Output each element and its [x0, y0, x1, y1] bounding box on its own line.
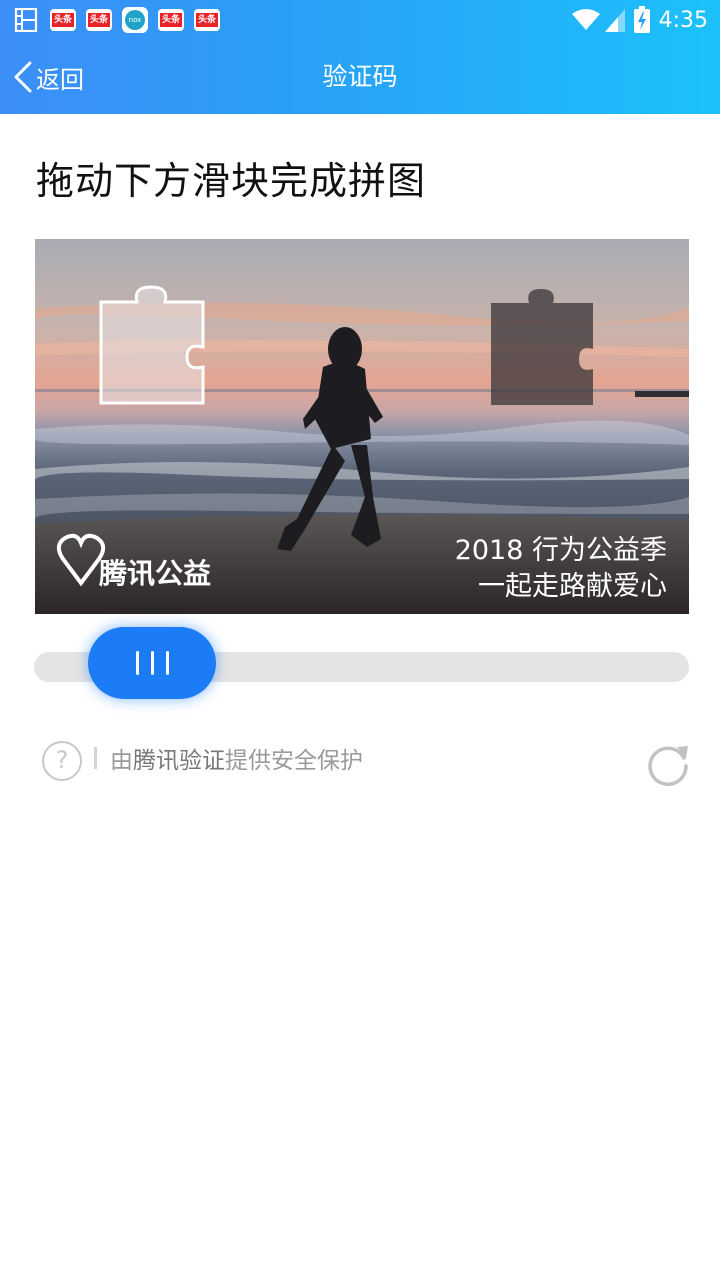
signal-icon	[604, 9, 625, 32]
status-bar: 头条 头条 nox 头条 头条 4:35	[0, 0, 720, 40]
provider-text: 由腾讯验证提供安全保护	[110, 748, 363, 774]
divider	[94, 747, 97, 769]
refresh-icon[interactable]	[644, 738, 692, 786]
image-caption-line1: 2018 行为公益季	[455, 535, 667, 566]
system-status: 4:35	[571, 4, 708, 36]
page-title: 验证码	[322, 62, 398, 91]
toutiao-icon: 头条	[86, 9, 112, 31]
nox-icon: nox	[122, 7, 148, 33]
chevron-left-icon	[14, 61, 32, 93]
toutiao-icon: 头条	[194, 9, 220, 31]
slider-handle[interactable]	[88, 627, 216, 699]
captcha-puzzle-image: 腾讯公益 2018 行为公益季 一起走路献爱心	[35, 239, 689, 614]
notification-icons: 头条 头条 nox 头条 头条	[14, 6, 230, 34]
toutiao-icon: 头条	[158, 9, 184, 31]
wifi-icon	[571, 9, 600, 30]
app-header: 头条 头条 nox 头条 头条 4:35 验证码 返回	[0, 0, 720, 114]
svg-text:腾讯公益: 腾讯公益	[99, 557, 211, 590]
navigation-bar: 验证码 返回	[0, 40, 720, 114]
provider-name: 腾讯验证	[133, 748, 225, 774]
back-button[interactable]: 返回	[10, 56, 84, 98]
clock: 4:35	[658, 7, 708, 33]
help-button[interactable]: ?	[42, 741, 82, 781]
captcha-instruction: 拖动下方滑块完成拼图	[36, 159, 427, 203]
film-icon	[14, 8, 38, 32]
grip-icon	[135, 651, 169, 675]
captcha-footer: ? 由腾讯验证提供安全保护	[42, 738, 692, 786]
battery-charging-icon	[633, 6, 650, 33]
image-caption-line2: 一起走路献爱心	[478, 571, 667, 602]
toutiao-icon: 头条	[50, 9, 76, 31]
back-label: 返回	[36, 65, 84, 94]
